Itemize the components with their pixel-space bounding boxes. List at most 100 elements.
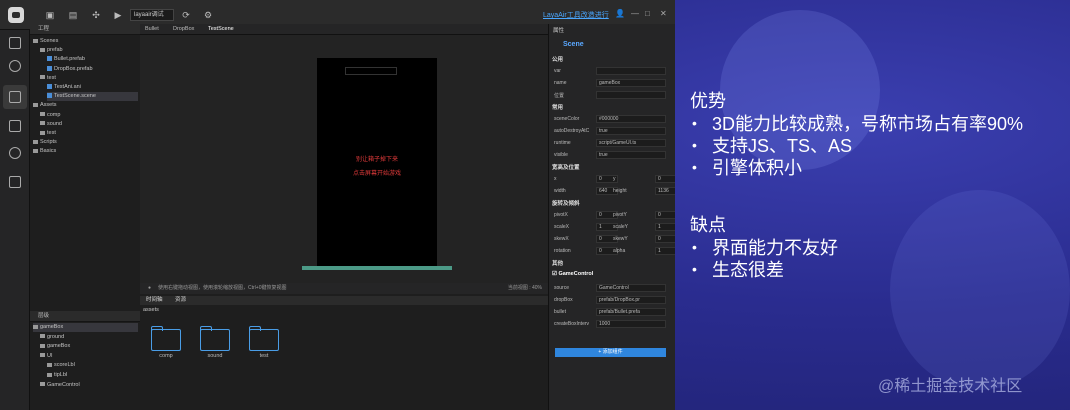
hierarchy-item-label: scoreLbl bbox=[54, 362, 75, 369]
palette-icon[interactable] bbox=[9, 91, 21, 103]
search-icon[interactable] bbox=[9, 147, 21, 159]
user-icon[interactable]: 👤 bbox=[615, 9, 625, 18]
hierarchy-item[interactable]: GameControl bbox=[40, 381, 138, 390]
close-icon[interactable]: ✕ bbox=[660, 9, 667, 18]
folder-label: sound bbox=[207, 353, 223, 359]
maximize-icon[interactable]: □ bbox=[645, 9, 650, 18]
section-size[interactable]: 宽高及位置 bbox=[552, 163, 580, 171]
prop-value[interactable]: true bbox=[596, 151, 666, 159]
folder-icon bbox=[40, 130, 45, 135]
top-link[interactable]: LayaAir工具改造进行 bbox=[543, 10, 609, 20]
copy-icon[interactable] bbox=[9, 120, 21, 132]
prop-value[interactable]: #000000 bbox=[596, 115, 666, 123]
layout-icon[interactable] bbox=[9, 37, 21, 49]
prop-value[interactable]: 0 bbox=[655, 175, 675, 183]
tree-item-label: Scenes bbox=[40, 38, 59, 44]
minimize-icon[interactable]: — bbox=[631, 9, 639, 18]
folder-icon bbox=[33, 102, 38, 107]
prop-value[interactable]: 0 bbox=[655, 211, 675, 219]
section-other[interactable]: 其他 bbox=[552, 259, 563, 267]
tab-assets[interactable]: 资源 bbox=[175, 296, 186, 305]
tree-item-label: sound bbox=[47, 120, 62, 127]
scene-canvas[interactable]: 别让箱子掉下来 点击屏幕开始游戏 bbox=[140, 35, 548, 285]
prop-value[interactable]: 1000 bbox=[596, 320, 666, 328]
prop-label: skewY bbox=[613, 236, 628, 242]
ground-bar bbox=[302, 266, 452, 270]
tree-item[interactable]: sound bbox=[40, 120, 138, 129]
bullet-icon: • bbox=[692, 159, 697, 175]
code-icon[interactable] bbox=[9, 176, 21, 188]
component-header[interactable]: ☑ GameControl bbox=[552, 271, 593, 277]
chart-icon[interactable] bbox=[9, 60, 21, 72]
prop-value[interactable]: 0 bbox=[655, 235, 675, 243]
prop-label: sceneColor bbox=[554, 116, 580, 122]
build-icon[interactable]: ✣ bbox=[90, 9, 102, 21]
prop-value[interactable]: 1 bbox=[655, 223, 675, 231]
tree-item[interactable]: Bullet.prefab bbox=[47, 55, 138, 64]
hierarchy-item[interactable]: ground bbox=[40, 333, 138, 342]
tab-dropbox[interactable]: DropBox bbox=[170, 24, 197, 35]
prop-label: bullet bbox=[554, 309, 566, 315]
add-component-button[interactable]: + 添加组件 bbox=[555, 348, 666, 357]
prop-value[interactable] bbox=[596, 91, 666, 99]
refresh-icon[interactable]: ⟳ bbox=[180, 9, 192, 21]
run-mode-select[interactable]: layaair调试 bbox=[130, 9, 174, 21]
prop-value[interactable]: script/GameUI.ts bbox=[596, 139, 666, 147]
folder-icon[interactable] bbox=[249, 326, 279, 356]
tab-bullet[interactable]: Bullet bbox=[142, 24, 162, 35]
tab-testscene[interactable]: TestScene bbox=[205, 24, 237, 35]
prop-label: pivotX bbox=[554, 212, 568, 218]
hierarchy-item[interactable]: gameBox bbox=[40, 342, 138, 351]
tree-item[interactable]: DropBox.prefab bbox=[47, 65, 138, 74]
prop-value[interactable]: 1136 bbox=[655, 187, 675, 195]
prop-value[interactable]: true bbox=[596, 127, 666, 135]
tree-item[interactable]: test bbox=[40, 129, 138, 138]
tree-item[interactable]: test bbox=[40, 74, 138, 83]
folder-icon[interactable]: ▣ bbox=[44, 9, 56, 21]
prop-label: visible bbox=[554, 152, 568, 158]
bullet-icon: • bbox=[692, 261, 697, 277]
tree-item[interactable]: TestAni.ani bbox=[47, 83, 138, 92]
prop-value[interactable] bbox=[596, 67, 666, 75]
hierarchy-panel-header: 层级 bbox=[30, 311, 140, 322]
tree-item[interactable]: Assets bbox=[33, 101, 138, 110]
node-icon bbox=[47, 362, 52, 367]
prop-value[interactable]: prefab/DropBox.pr bbox=[596, 296, 666, 304]
prop-value[interactable]: 1 bbox=[655, 247, 675, 255]
zoom-level: 当前视图 : 40% bbox=[507, 285, 542, 291]
prop-value[interactable]: gameBox bbox=[596, 79, 666, 87]
settings-icon[interactable]: ⚙ bbox=[202, 9, 214, 21]
scene-preview[interactable]: 别让箱子掉下来 点击屏幕开始游戏 bbox=[317, 58, 437, 266]
prop-value[interactable]: GameControl bbox=[596, 284, 666, 292]
folder-icon bbox=[33, 38, 38, 43]
prop-label: name bbox=[554, 80, 567, 86]
info-icon: ● bbox=[148, 285, 152, 291]
folder-icon[interactable] bbox=[151, 326, 181, 356]
tree-item-label: Scripts bbox=[40, 139, 57, 146]
tree-item[interactable]: TestScene.scene bbox=[47, 92, 138, 102]
prop-label: alpha bbox=[613, 248, 626, 254]
hierarchy-item[interactable]: UI bbox=[40, 352, 138, 361]
save-icon[interactable]: ▤ bbox=[67, 9, 79, 21]
tab-timeline[interactable]: 时间轴 bbox=[146, 296, 163, 305]
node-icon bbox=[40, 382, 45, 387]
tree-item-label: prefab bbox=[47, 47, 63, 54]
hierarchy-item[interactable]: tipLbl bbox=[47, 371, 138, 380]
hierarchy-item[interactable]: gameBox bbox=[33, 323, 138, 332]
tree-item[interactable]: comp bbox=[40, 111, 138, 120]
prop-value[interactable]: prefab/Bullet.prefa bbox=[596, 308, 666, 316]
hierarchy-item-label: UI bbox=[47, 352, 53, 359]
project-panel-title: 工程 bbox=[38, 26, 50, 32]
tree-item[interactable]: Basics bbox=[33, 147, 138, 156]
tree-item[interactable]: prefab bbox=[40, 46, 138, 55]
node-icon bbox=[47, 372, 52, 377]
node-icon bbox=[40, 353, 45, 358]
folder-icon[interactable] bbox=[200, 326, 230, 356]
tree-item[interactable]: Scripts bbox=[33, 138, 138, 147]
section-general[interactable]: 常用 bbox=[552, 103, 563, 111]
tree-item[interactable]: Scenes bbox=[33, 37, 138, 46]
section-rotate[interactable]: 旋转及倾斜 bbox=[552, 199, 580, 207]
section-common[interactable]: 公用 bbox=[552, 55, 563, 63]
play-icon[interactable]: ▶ bbox=[112, 9, 124, 21]
hierarchy-item[interactable]: scoreLbl bbox=[47, 361, 138, 370]
